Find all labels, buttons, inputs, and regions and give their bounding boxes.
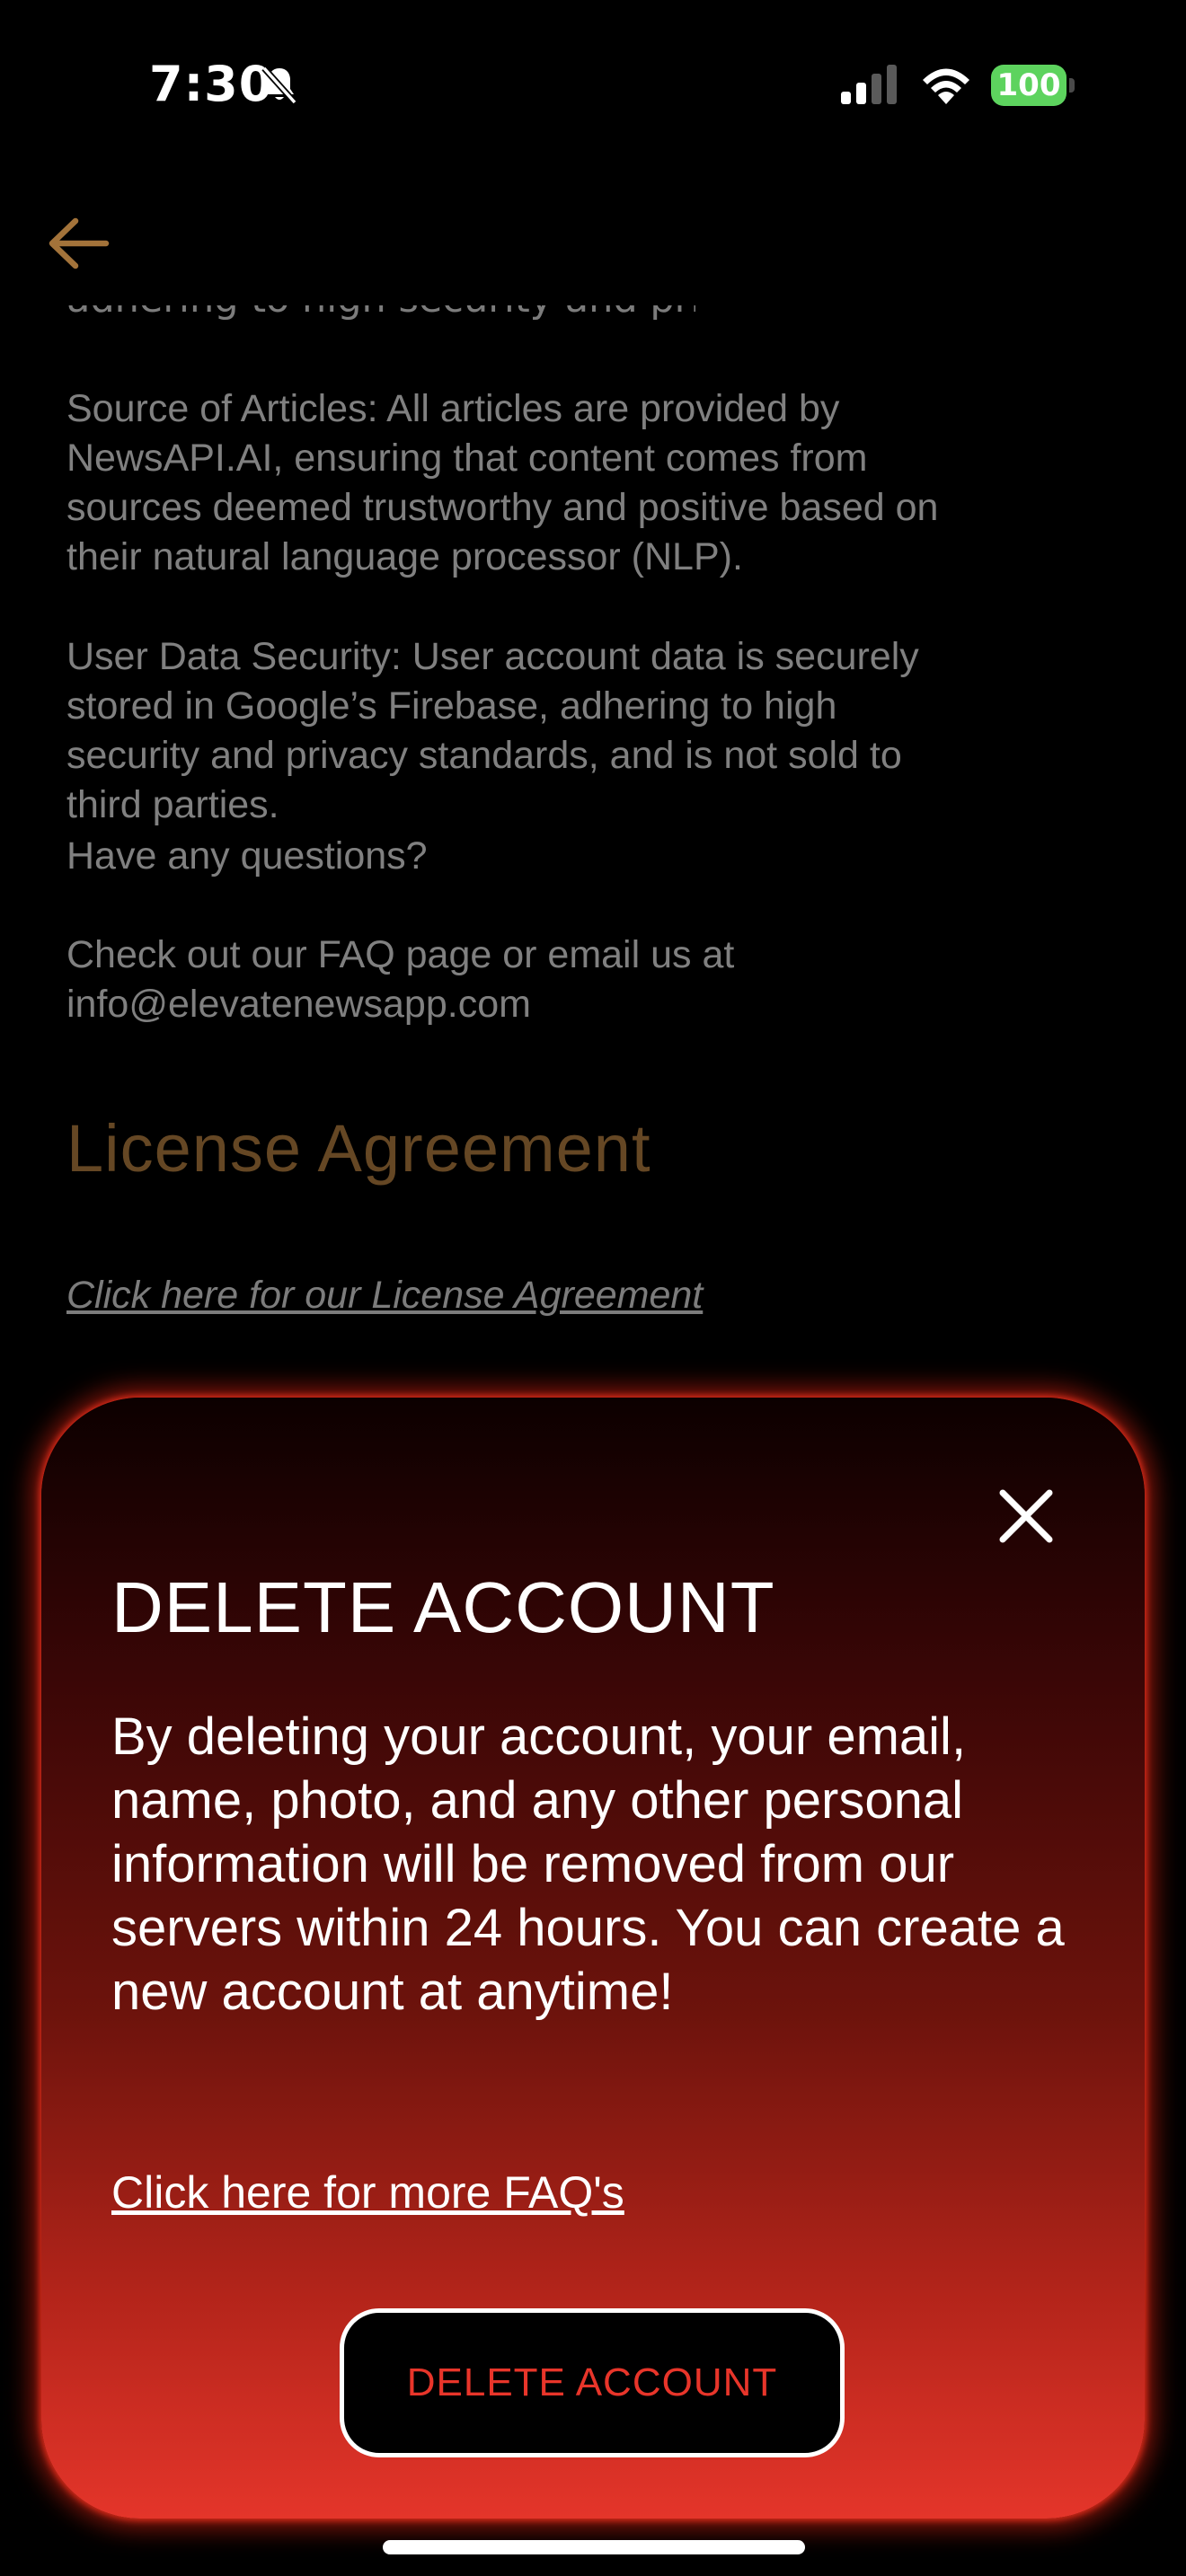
close-icon[interactable]	[992, 1482, 1060, 1550]
status-time: 7:30	[149, 56, 274, 112]
license-agreement-heading: License Agreement	[66, 1111, 651, 1186]
battery-level: 100	[991, 65, 1067, 106]
modal-title: DELETE ACCOUNT	[111, 1567, 775, 1647]
home-indicator[interactable]	[383, 2540, 805, 2554]
clipped-text: adhering to high security and privacy st…	[66, 305, 695, 322]
battery-icon: 100	[991, 65, 1075, 106]
source-of-articles-text: Source of Articles: All articles are pro…	[66, 387, 939, 578]
contact-text: Check out our FAQ page or email us at in…	[66, 933, 735, 1026]
faq-link[interactable]: Click here for more FAQ's	[111, 2166, 624, 2219]
battery-nub	[1069, 78, 1075, 93]
license-agreement-link[interactable]: Click here for our License Agreement	[66, 1274, 703, 1318]
clipped-text-line: adhering to high security and privacy st…	[66, 305, 695, 329]
user-data-security-text: User Data Security: User account data is…	[66, 635, 919, 826]
modal-body-text: By deleting your account, your email, na…	[111, 1707, 1065, 2021]
delete-account-button[interactable]: DELETE ACCOUNT	[340, 2308, 845, 2457]
bell-slash-icon	[261, 66, 297, 105]
status-bar: 7:30 100	[0, 0, 1186, 171]
wifi-icon	[923, 68, 969, 104]
questions-text: Have any questions?	[66, 834, 428, 878]
cellular-signal-icon	[841, 65, 897, 104]
arrow-left-icon[interactable]	[43, 214, 111, 273]
